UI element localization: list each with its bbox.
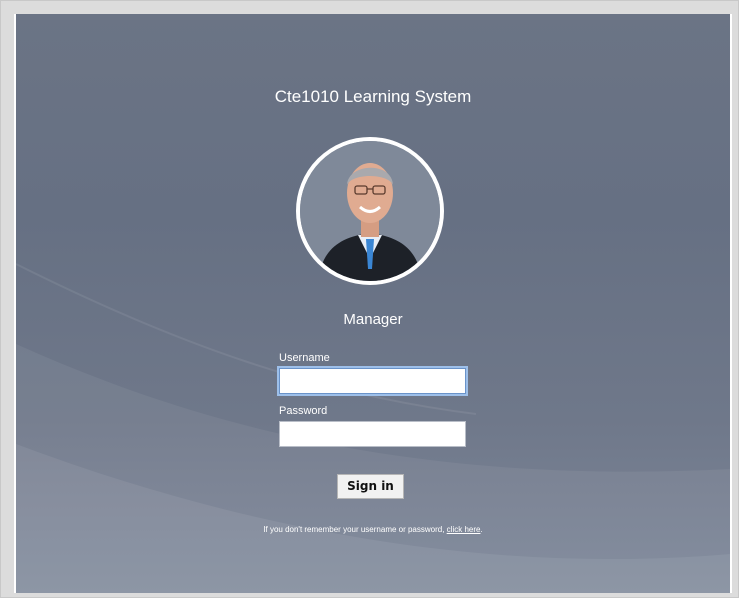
forgot-credentials-text: If you don't remember your username or p… — [16, 525, 730, 534]
username-input[interactable] — [279, 368, 466, 394]
login-panel: Cte1010 Learning System Manager Username… — [14, 14, 732, 593]
username-label: Username — [279, 352, 330, 364]
app-title: Cte1010 Learning System — [274, 87, 472, 106]
person-portrait-icon — [300, 141, 440, 281]
avatar — [296, 137, 444, 285]
sign-in-button[interactable]: Sign in — [337, 474, 404, 499]
help-suffix: . — [480, 525, 483, 534]
role-name: Manager — [343, 311, 403, 328]
help-text: If you don't remember your username or p… — [263, 525, 447, 534]
click-here-link[interactable]: click here — [447, 525, 481, 534]
password-input[interactable] — [279, 421, 466, 447]
password-label: Password — [279, 405, 328, 417]
window-frame: Cte1010 Learning System Manager Username… — [0, 0, 739, 598]
